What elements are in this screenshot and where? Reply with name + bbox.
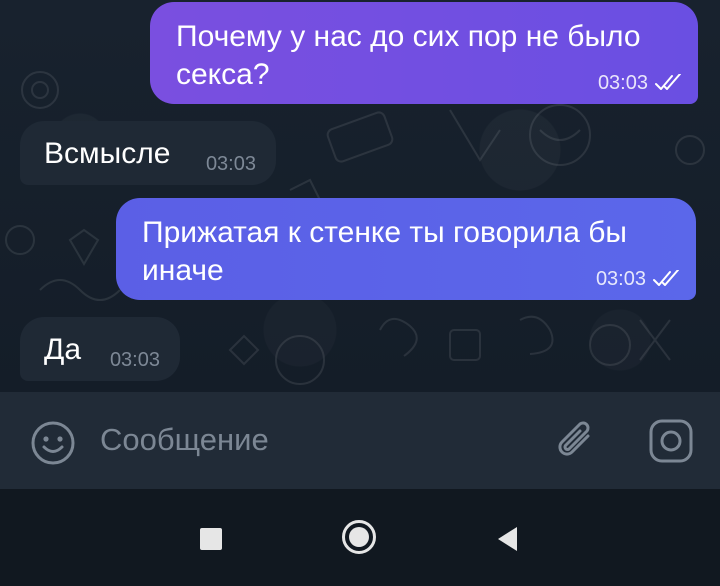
emoji-icon[interactable] bbox=[30, 420, 76, 466]
message-text-line: иначе bbox=[142, 254, 224, 287]
message-time: 03:03 bbox=[205, 153, 256, 175]
recents-square-icon[interactable] bbox=[200, 528, 222, 550]
message-text-line: Почему у нас до сих пор не было bbox=[176, 20, 641, 53]
message-bubble-incoming[interactable]: Да 03:03 bbox=[20, 317, 180, 381]
paperclip-icon[interactable] bbox=[552, 416, 602, 466]
chat-area[interactable]: Почему у нас до сих пор не было секса? 0… bbox=[0, 0, 720, 392]
message-input[interactable] bbox=[100, 414, 520, 466]
double-check-icon bbox=[654, 74, 684, 92]
message-time: 03:03 bbox=[109, 349, 160, 371]
message-bubble-incoming[interactable]: Всмысле 03:03 bbox=[20, 121, 276, 185]
message-bubble-outgoing[interactable]: Почему у нас до сих пор не было секса? 0… bbox=[150, 2, 698, 104]
message-meta: 03:03 bbox=[598, 72, 684, 94]
message-text: Всмысле bbox=[44, 137, 171, 170]
back-triangle-icon[interactable] bbox=[495, 525, 519, 553]
message-composer bbox=[0, 392, 720, 489]
message-text: Да bbox=[44, 333, 82, 366]
message-text-line: Прижатая к стенке ты говорила бы bbox=[142, 216, 627, 249]
camera-icon[interactable] bbox=[646, 416, 696, 466]
message-time: 03:03 bbox=[597, 72, 648, 94]
home-circle-icon[interactable] bbox=[341, 519, 377, 555]
system-navigation-bar bbox=[0, 489, 720, 586]
double-check-icon bbox=[652, 270, 682, 288]
message-meta: 03:03 bbox=[596, 268, 682, 290]
message-time: 03:03 bbox=[595, 268, 646, 290]
message-bubble-outgoing[interactable]: Прижатая к стенке ты говорила бы иначе 0… bbox=[116, 198, 696, 300]
